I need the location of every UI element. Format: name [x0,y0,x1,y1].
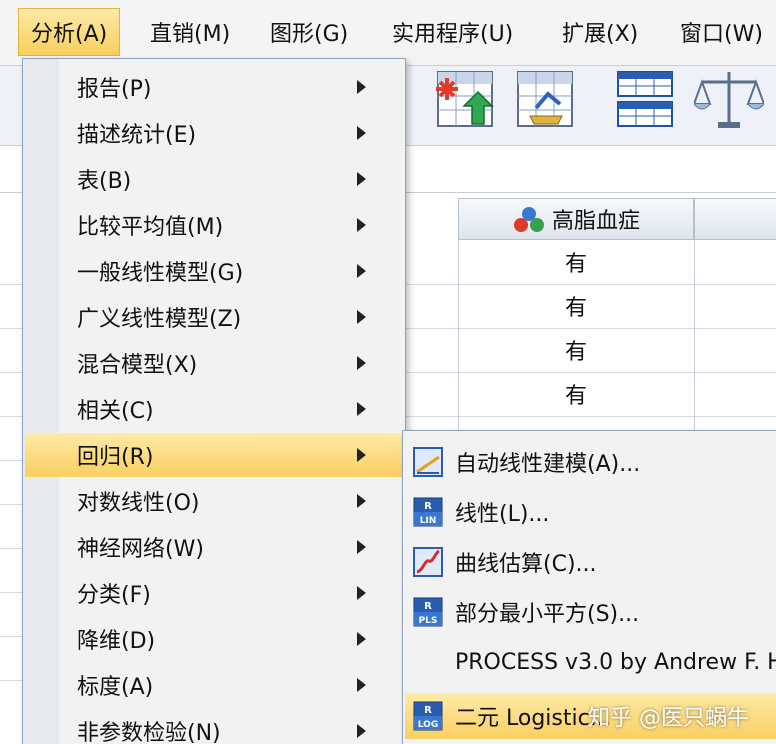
menu-item-label: 标度(A) [77,675,154,700]
submenu-arrow-icon [357,172,366,186]
menu-item-label: 相关(C) [77,399,154,424]
menu-item-label: 回归(R) [77,445,154,470]
submenu-item-label: PROCESS v3.0 by Andrew F. H [455,649,776,675]
svg-text:LIN: LIN [420,516,437,526]
submenu-arrow-icon [357,310,366,324]
submenu-arrow-icon [357,218,366,232]
grid-cell[interactable]: 有 [458,286,694,326]
value-labels-icon[interactable] [614,68,676,130]
select-cases-icon[interactable] [434,68,496,130]
svg-text:R: R [424,501,432,512]
menu-item-label: 广义线性模型(Z) [77,307,242,332]
submenu-arrow-icon [357,632,366,646]
menu-item-label: 一般线性模型(G) [77,261,244,286]
menu-item-label: 描述统计(E) [77,123,197,148]
menu-item-neural-networks[interactable]: 神经网络(W) [25,525,403,569]
submenu-item-process[interactable]: PROCESS v3.0 by Andrew F. H [405,639,776,685]
menu-item-reports[interactable]: 报告(P) [25,65,403,109]
submenu-arrow-icon [357,494,366,508]
menu-item-regression[interactable]: 回归(R) [25,433,403,477]
menu-item-label: 混合模型(X) [77,353,198,378]
menu-item-mixed-models[interactable]: 混合模型(X) [25,341,403,385]
svg-text:LOG: LOG [418,720,438,730]
menu-item-label: 降维(D) [77,629,156,654]
nominal-variable-icon [513,207,544,232]
menu-item-nonparametric-tests[interactable]: 非参数检验(N) [25,709,403,744]
submenu-arrow-icon [357,264,366,278]
menu-item-label: 报告(P) [77,77,152,102]
menu-item-label: 分类(F) [77,583,151,608]
menu-graphs[interactable]: 图形(G) [258,8,360,56]
menu-item-descriptive-statistics[interactable]: 描述统计(E) [25,111,403,155]
analyze-menu: 报告(P) 描述统计(E) 表(B) 比较平均值(M) 一般线性模型(G) 广义… [22,58,406,744]
submenu-arrow-icon [357,402,366,416]
column-header-next[interactable] [694,198,776,240]
submenu-item-partial-least-squares[interactable]: R PLS 部分最小平方(S)... [405,589,776,635]
menu-window[interactable]: 窗口(W) [668,8,775,56]
submenu-arrow-icon [357,448,366,462]
menu-item-label: 对数线性(O) [77,491,200,516]
menu-utilities[interactable]: 实用程序(U) [380,8,525,56]
menu-item-label: 比较平均值(M) [77,215,224,240]
submenu-arrow-icon [357,724,366,738]
binary-logistic-icon: R LOG [413,701,443,731]
submenu-arrow-icon [357,540,366,554]
menu-item-label: 非参数检验(N) [77,721,221,744]
weight-cases-icon[interactable] [514,68,576,130]
submenu-item-label: 曲线估算(C)... [455,552,597,577]
menu-item-tables[interactable]: 表(B) [25,157,403,201]
submenu-item-label: 自动线性建模(A)... [455,452,641,477]
svg-text:R: R [424,601,432,612]
partial-least-squares-icon: R PLS [413,597,443,627]
grid-cell[interactable]: 有 [458,242,694,282]
column-header-label: 高脂血症 [551,209,640,234]
menu-direct-marketing[interactable]: 直销(M) [138,8,242,56]
submenu-item-linear[interactable]: R LIN 线性(L)... [405,489,776,535]
column-header-hyperlipidemia[interactable]: 高脂血症 [458,198,694,240]
submenu-item-label: 线性(L)... [455,502,550,527]
submenu-item-curve-estimation[interactable]: 曲线估算(C)... [405,539,776,585]
submenu-arrow-icon [357,678,366,692]
menu-item-correlate[interactable]: 相关(C) [25,387,403,431]
submenu-arrow-icon [357,126,366,140]
submenu-arrow-icon [357,586,366,600]
menu-item-dimension-reduction[interactable]: 降维(D) [25,617,403,661]
grid-cell[interactable]: 有 [458,330,694,370]
scale-icon[interactable] [694,68,764,130]
auto-linear-icon [413,447,443,477]
submenu-item-label: 部分最小平方(S)... [455,602,640,627]
menu-analyze[interactable]: 分析(A) [18,8,121,56]
grid-cell[interactable]: 有 [458,374,694,414]
submenu-arrow-icon [357,356,366,370]
menu-extensions[interactable]: 扩展(X) [550,8,650,56]
menu-item-generalized-linear-models[interactable]: 广义线性模型(Z) [25,295,403,339]
regression-submenu: 自动线性建模(A)... R LIN 线性(L)... 曲线估算(C)... R… [402,430,776,744]
svg-text:R: R [424,705,432,716]
submenu-item-automatic-linear-modeling[interactable]: 自动线性建模(A)... [405,439,776,485]
menu-item-scale[interactable]: 标度(A) [25,663,403,707]
curve-estimation-icon [413,547,443,577]
menubar: 分析(A) 直销(M) 图形(G) 实用程序(U) 扩展(X) 窗口(W) [0,0,776,66]
menu-item-label: 表(B) [77,169,132,194]
watermark: 知乎 @医只蜗牛 [588,706,749,731]
menu-item-label: 神经网络(W) [77,537,204,562]
menu-item-general-linear-model[interactable]: 一般线性模型(G) [25,249,403,293]
menu-item-classify[interactable]: 分类(F) [25,571,403,615]
submenu-arrow-icon [357,80,366,94]
linear-regression-icon: R LIN [413,497,443,527]
menu-item-compare-means[interactable]: 比较平均值(M) [25,203,403,247]
svg-text:PLS: PLS [419,616,438,626]
menu-item-loglinear[interactable]: 对数线性(O) [25,479,403,523]
